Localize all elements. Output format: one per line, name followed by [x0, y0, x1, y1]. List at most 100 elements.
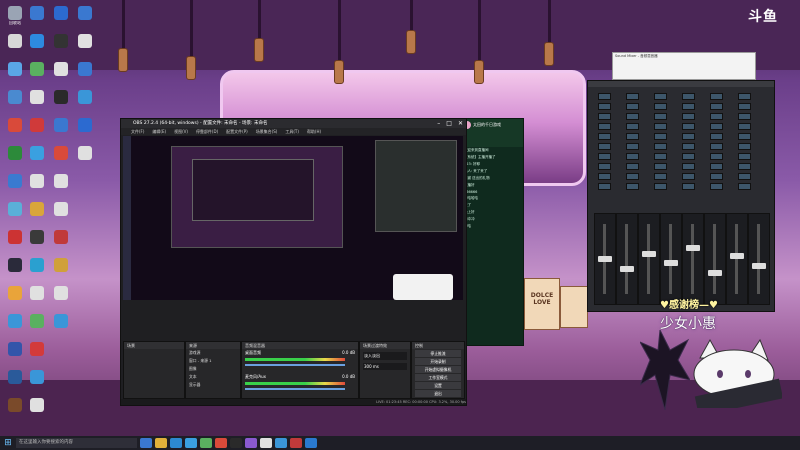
- fader-knob[interactable]: [620, 266, 634, 272]
- mixer-knob[interactable]: [598, 163, 611, 170]
- desktop-icon[interactable]: [26, 146, 48, 161]
- mixer-knob[interactable]: [598, 153, 611, 160]
- taskbar-app-icon[interactable]: [155, 438, 167, 448]
- mixer-knob[interactable]: [682, 93, 695, 100]
- mixer-knob[interactable]: [626, 123, 639, 130]
- mixer-channel[interactable]: [638, 213, 660, 305]
- menu-item[interactable]: 停靠部件(D): [196, 128, 218, 135]
- mixer-knob[interactable]: [738, 123, 751, 130]
- menu-item[interactable]: 配置文件(P): [226, 128, 248, 135]
- mixer-knob[interactable]: [710, 133, 723, 140]
- mixer-knob[interactable]: [626, 173, 639, 180]
- mixer-channel[interactable]: [682, 213, 704, 305]
- mixer-knob[interactable]: [710, 173, 723, 180]
- mixer-channel[interactable]: [726, 213, 748, 305]
- mixer-knob[interactable]: [682, 133, 695, 140]
- mixer-knob[interactable]: [626, 93, 639, 100]
- maximize-icon[interactable]: □: [446, 119, 452, 128]
- taskbar-app-icon[interactable]: [200, 438, 212, 448]
- volume-slider[interactable]: [245, 388, 345, 390]
- control-button[interactable]: 开始录制: [415, 358, 461, 365]
- desktop-icon[interactable]: [50, 118, 72, 133]
- mixer-knob[interactable]: [654, 153, 667, 160]
- obs-preview[interactable]: [123, 136, 463, 300]
- desktop-icon[interactable]: [50, 202, 72, 217]
- desktop-icon[interactable]: [74, 62, 96, 77]
- mixer-knob[interactable]: [682, 113, 695, 120]
- obs-menubar[interactable]: 文件(F) 编辑(E) 视图(V) 停靠部件(D) 配置文件(P) 场景集合(S) 工具(T…: [121, 128, 466, 135]
- obs-window[interactable]: OBS 27.2.4 (64-bit, windows) - 配置文件: 未命名…: [120, 118, 467, 406]
- transition-type-select[interactable]: 淡入淡出: [363, 352, 407, 360]
- mixer-knob[interactable]: [682, 103, 695, 110]
- desktop-icon[interactable]: [74, 146, 96, 161]
- mixer-knob[interactable]: [654, 133, 667, 140]
- mixer-knob[interactable]: [626, 183, 639, 190]
- scenes-dock[interactable]: 场景: [123, 341, 185, 399]
- desktop-icon[interactable]: [26, 6, 48, 21]
- audio-track[interactable]: 麦克风/Aux 0.0 dB: [242, 373, 358, 397]
- desktop-icon[interactable]: [4, 62, 26, 77]
- desktop-icon[interactable]: [4, 118, 26, 133]
- source-item[interactable]: 文本: [186, 373, 240, 381]
- fader-knob[interactable]: [664, 260, 678, 267]
- mixer-channel[interactable]: [748, 213, 770, 305]
- menu-item[interactable]: 编辑(E): [152, 128, 166, 135]
- mixer-knob[interactable]: [598, 183, 611, 190]
- desktop-icon[interactable]: [4, 258, 26, 273]
- desktop-icon[interactable]: 回收站: [4, 6, 26, 25]
- mixer-knob[interactable]: [682, 173, 695, 180]
- mixer-knob[interactable]: [710, 163, 723, 170]
- mixer-knob[interactable]: [710, 153, 723, 160]
- source-item[interactable]: 图像: [186, 365, 240, 373]
- minimize-icon[interactable]: –: [437, 119, 440, 128]
- mixer-knob[interactable]: [738, 163, 751, 170]
- sources-list[interactable]: 游戏源 窗口 - 来源 1 图像 文本 显示器: [186, 349, 240, 389]
- mixer-knob[interactable]: [626, 153, 639, 160]
- mixer-knob[interactable]: [654, 173, 667, 180]
- desktop-icon[interactable]: [50, 146, 72, 161]
- mixer-knob[interactable]: [626, 133, 639, 140]
- desktop-icon[interactable]: [4, 34, 26, 49]
- source-item[interactable]: 游戏源: [186, 349, 240, 357]
- mixer-knob[interactable]: [738, 183, 751, 190]
- desktop-icon[interactable]: [4, 146, 26, 161]
- mixer-knob[interactable]: [682, 153, 695, 160]
- fader-knob[interactable]: [598, 255, 612, 262]
- volume-slider[interactable]: [245, 364, 345, 366]
- taskbar-app-icon[interactable]: [185, 438, 197, 448]
- mixer-knob[interactable]: [626, 113, 639, 120]
- mixer-knob[interactable]: [710, 123, 723, 130]
- mixer-knob[interactable]: [598, 123, 611, 130]
- desktop-icon[interactable]: [26, 174, 48, 189]
- transitions-dock[interactable]: 场景过渡特效 淡入淡出 300 ms: [359, 341, 411, 399]
- mixer-knob[interactable]: [738, 173, 751, 180]
- desktop-icon[interactable]: [50, 230, 72, 245]
- mixer-knob[interactable]: [598, 173, 611, 180]
- menu-item[interactable]: 视图(V): [174, 128, 188, 135]
- mixer-knob[interactable]: [654, 103, 667, 110]
- desktop-icon[interactable]: [26, 230, 48, 245]
- chat-panel[interactable]: 太田的千日游戏 欢迎来到直播间 【系统】主播开播了 123: 好耶 路人: 来了来了感…: [460, 118, 524, 346]
- mixer-toolbar[interactable]: [588, 81, 774, 87]
- fader-knob[interactable]: [752, 263, 766, 270]
- desktop-icon[interactable]: [50, 258, 72, 273]
- mixer-knob[interactable]: [598, 93, 611, 100]
- control-button[interactable]: 停止推流: [415, 350, 461, 357]
- desktop-icon[interactable]: [4, 202, 26, 217]
- desktop-icon[interactable]: [50, 314, 72, 329]
- taskbar-apps[interactable]: [137, 438, 317, 448]
- mixer-channel[interactable]: [704, 213, 726, 305]
- source-item[interactable]: 窗口 - 来源 1: [186, 357, 240, 365]
- menu-item[interactable]: 帮助(H): [307, 128, 321, 135]
- desktop-icon[interactable]: [26, 258, 48, 273]
- windows-start-icon[interactable]: ⊞: [0, 436, 16, 450]
- mixer-knob[interactable]: [654, 143, 667, 150]
- mixer-knob[interactable]: [598, 143, 611, 150]
- audio-tracks[interactable]: 桌面音频 0.0 dB 麦克风/Aux 0.0 dB: [242, 349, 358, 397]
- mixer-knob[interactable]: [626, 163, 639, 170]
- desktop-icon[interactable]: [26, 370, 48, 385]
- desktop-icon[interactable]: [26, 118, 48, 133]
- menu-item[interactable]: 场景集合(S): [256, 128, 278, 135]
- desktop-icon[interactable]: [74, 118, 96, 133]
- close-icon[interactable]: ✕: [458, 119, 463, 128]
